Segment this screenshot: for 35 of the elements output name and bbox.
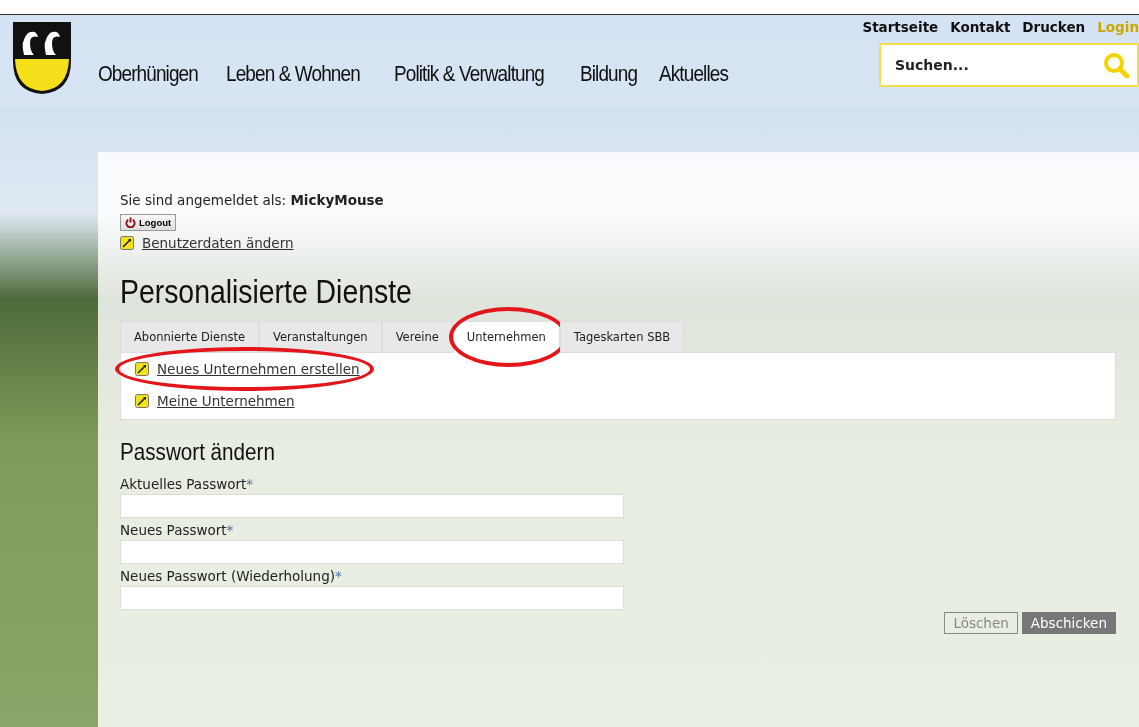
coat-of-arms-logo[interactable]	[12, 21, 72, 95]
pencil-icon	[135, 362, 149, 376]
nav-link[interactable]: Leben & Wohnen	[226, 61, 361, 87]
password-field[interactable]	[120, 540, 624, 564]
search-field[interactable]: Suchen...	[879, 43, 1139, 87]
search-icon[interactable]	[1103, 52, 1129, 78]
service-link[interactable]: Meine Unternehmen	[157, 393, 295, 409]
logout-button[interactable]: Logout	[120, 214, 177, 231]
power-icon	[125, 217, 136, 228]
nav-link[interactable]: Aktuelles	[658, 61, 728, 87]
tab[interactable]: Abonnierte Dienste	[120, 321, 259, 353]
service-link[interactable]: Neues Unternehmen erstellen	[157, 361, 360, 377]
tab[interactable]: Tageskarten SBB	[559, 321, 685, 353]
search-input[interactable]: Suchen...	[893, 56, 1103, 74]
password-field[interactable]	[120, 494, 624, 518]
field-label: Neues Passwort*	[120, 522, 235, 538]
section-title: Passwort ändern	[120, 438, 276, 466]
nav-link[interactable]: Politik & Verwaltung	[393, 61, 544, 87]
section-title: Personalisierte Dienste	[120, 273, 413, 311]
password-field[interactable]	[120, 586, 624, 610]
edit-user-link[interactable]: Benutzerdaten ändern	[142, 235, 294, 251]
field-label: Aktuelles Passwort*	[120, 476, 255, 492]
submit-button[interactable]: Abschicken	[1021, 612, 1116, 634]
tab[interactable]: Unternehmen	[452, 321, 560, 353]
top-link[interactable]: Startseite	[862, 19, 939, 35]
tab[interactable]: Vereine	[381, 321, 453, 353]
pencil-icon	[135, 394, 149, 408]
field-label: Neues Passwort (Wiederholung)*	[120, 568, 343, 584]
pencil-icon	[120, 236, 134, 250]
top-link[interactable]: Drucken	[1022, 19, 1086, 35]
nav-link[interactable]: Oberhünigen	[98, 61, 198, 87]
login-status-text: Sie sind angemeldet als: MickyMouse	[120, 192, 385, 208]
tab[interactable]: Veranstaltungen	[259, 321, 382, 353]
top-link[interactable]: Kontakt	[950, 19, 1011, 35]
nav-link[interactable]: Bildung	[580, 61, 638, 87]
